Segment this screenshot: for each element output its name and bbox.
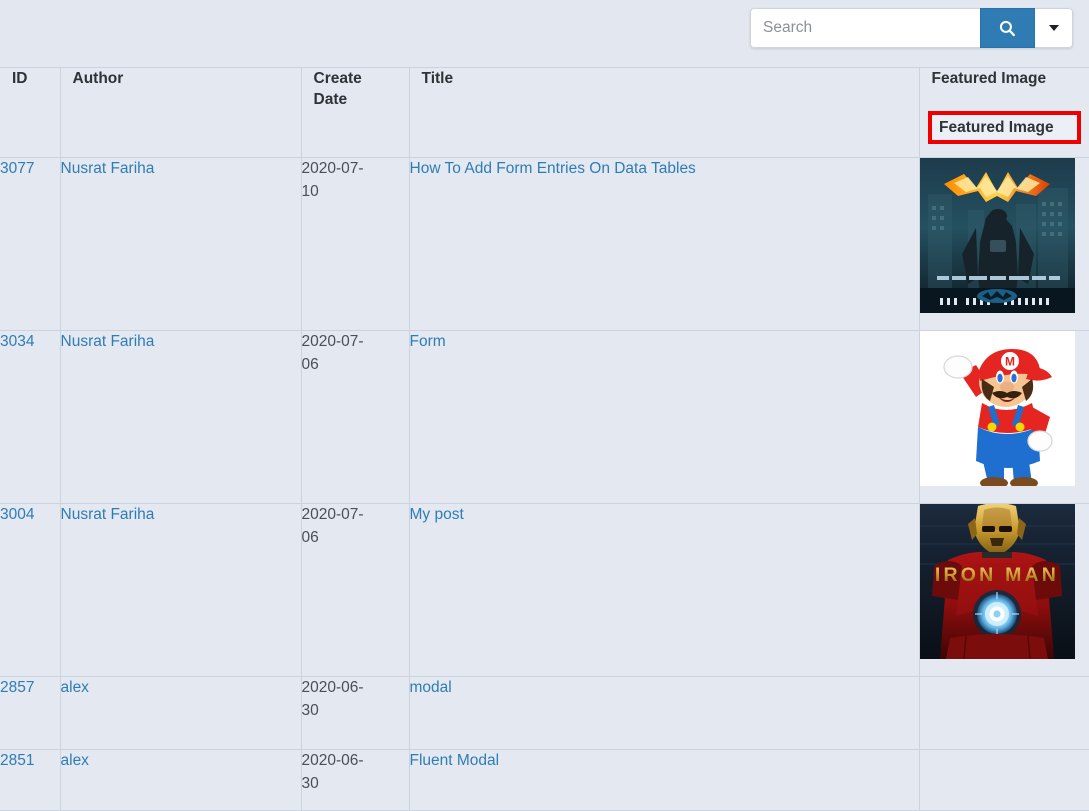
search-submit-button[interactable] xyxy=(980,8,1035,48)
date-line2: 06 xyxy=(302,529,319,546)
search-input[interactable] xyxy=(750,8,980,48)
column-header-id[interactable]: ID xyxy=(0,68,60,158)
title-link[interactable]: My post xyxy=(410,506,464,523)
id-link[interactable]: 3004 xyxy=(0,506,34,523)
svg-text:M: M xyxy=(1005,355,1015,369)
author-link[interactable]: Nusrat Fariha xyxy=(61,333,155,350)
cell-author: alex xyxy=(60,750,301,811)
id-link[interactable]: 2851 xyxy=(0,752,34,769)
column-header-author[interactable]: Author xyxy=(60,68,301,158)
cell-id: 3034 xyxy=(0,331,60,504)
the-dark-knight-poster-thumbnail[interactable] xyxy=(920,158,1075,313)
cell-featured-image xyxy=(919,750,1089,811)
date-line1: 2020-06- xyxy=(302,752,364,769)
cell-id: 2857 xyxy=(0,677,60,750)
column-header-create-date-label: Create Date xyxy=(302,68,409,111)
table-header: ID Author Create Date Title Featured Ima… xyxy=(0,68,1089,158)
cell-title: modal xyxy=(409,677,919,750)
cell-create-date: 2020-07- 10 xyxy=(301,158,409,331)
svg-text:IRON MAN: IRON MAN xyxy=(934,564,1058,586)
cell-id: 3077 xyxy=(0,158,60,331)
cell-featured-image xyxy=(919,677,1089,750)
cell-id: 2851 xyxy=(0,750,60,811)
table-body: 3077 Nusrat Fariha 2020-07- 10 How To Ad… xyxy=(0,158,1089,811)
table-row[interactable]: 3004 Nusrat Fariha 2020-07- 06 My post xyxy=(0,504,1089,677)
table-row[interactable]: 3077 Nusrat Fariha 2020-07- 10 How To Ad… xyxy=(0,158,1089,331)
author-link[interactable]: Nusrat Fariha xyxy=(61,506,155,523)
super-mario-thumbnail[interactable]: M xyxy=(920,331,1075,486)
title-link[interactable]: How To Add Form Entries On Data Tables xyxy=(410,160,696,177)
date-line1: 2020-07- xyxy=(302,333,364,350)
cell-title: How To Add Form Entries On Data Tables xyxy=(409,158,919,331)
date-line2: 06 xyxy=(302,356,319,373)
cell-id: 3004 xyxy=(0,504,60,677)
table-row[interactable]: 2851 alex 2020-06- 30 Fluent Modal xyxy=(0,750,1089,811)
date-line2: 30 xyxy=(302,775,319,792)
featured-image-highlight-label: Featured Image xyxy=(932,119,1054,137)
cell-title: My post xyxy=(409,504,919,677)
create-date-line2: Date xyxy=(314,91,348,108)
featured-image-highlight-annotation: Featured Image xyxy=(928,111,1081,144)
cell-create-date: 2020-06- 30 xyxy=(301,750,409,811)
date-line1: 2020-06- xyxy=(302,679,364,696)
table-header-row: ID Author Create Date Title Featured Ima… xyxy=(0,68,1089,158)
chevron-down-icon xyxy=(1049,25,1059,31)
column-header-featured-image-label: Featured Image xyxy=(920,68,1089,89)
id-link[interactable]: 3077 xyxy=(0,160,34,177)
title-link[interactable]: Fluent Modal xyxy=(410,752,500,769)
iron-man-poster-thumbnail[interactable]: IRON MAN xyxy=(920,504,1075,659)
cell-title: Fluent Modal xyxy=(409,750,919,811)
cell-featured-image: M xyxy=(919,331,1089,504)
cell-create-date: 2020-06- 30 xyxy=(301,677,409,750)
cell-author: Nusrat Fariha xyxy=(60,504,301,677)
author-link[interactable]: Nusrat Fariha xyxy=(61,160,155,177)
cell-title: Form xyxy=(409,331,919,504)
table-row[interactable]: 3034 Nusrat Fariha 2020-07- 06 Form xyxy=(0,331,1089,504)
table-row[interactable]: 2857 alex 2020-06- 30 modal xyxy=(0,677,1089,750)
id-link[interactable]: 2857 xyxy=(0,679,34,696)
search-options-dropdown-button[interactable] xyxy=(1035,8,1073,48)
cell-author: Nusrat Fariha xyxy=(60,331,301,504)
cell-featured-image: IRON MAN xyxy=(919,504,1089,677)
date-line2: 10 xyxy=(302,183,319,200)
column-header-id-label: ID xyxy=(0,68,60,89)
author-link[interactable]: alex xyxy=(61,752,89,769)
search-toolbar xyxy=(0,0,1089,67)
column-header-create-date[interactable]: Create Date xyxy=(301,68,409,158)
column-header-author-label: Author xyxy=(61,68,301,89)
title-link[interactable]: modal xyxy=(410,679,452,696)
cell-author: Nusrat Fariha xyxy=(60,158,301,331)
search-input-group xyxy=(750,8,1073,48)
column-header-title-label: Title xyxy=(410,68,919,89)
posts-data-table: ID Author Create Date Title Featured Ima… xyxy=(0,67,1089,811)
create-date-line1: Create xyxy=(314,70,362,87)
column-header-title[interactable]: Title xyxy=(409,68,919,158)
title-link[interactable]: Form xyxy=(410,333,446,350)
cell-create-date: 2020-07- 06 xyxy=(301,504,409,677)
date-line1: 2020-07- xyxy=(302,506,364,523)
cell-featured-image xyxy=(919,158,1089,331)
author-link[interactable]: alex xyxy=(61,679,89,696)
cell-create-date: 2020-07- 06 xyxy=(301,331,409,504)
id-link[interactable]: 3034 xyxy=(0,333,34,350)
date-line2: 30 xyxy=(302,702,319,719)
search-icon xyxy=(998,19,1017,38)
cell-author: alex xyxy=(60,677,301,750)
date-line1: 2020-07- xyxy=(302,160,364,177)
